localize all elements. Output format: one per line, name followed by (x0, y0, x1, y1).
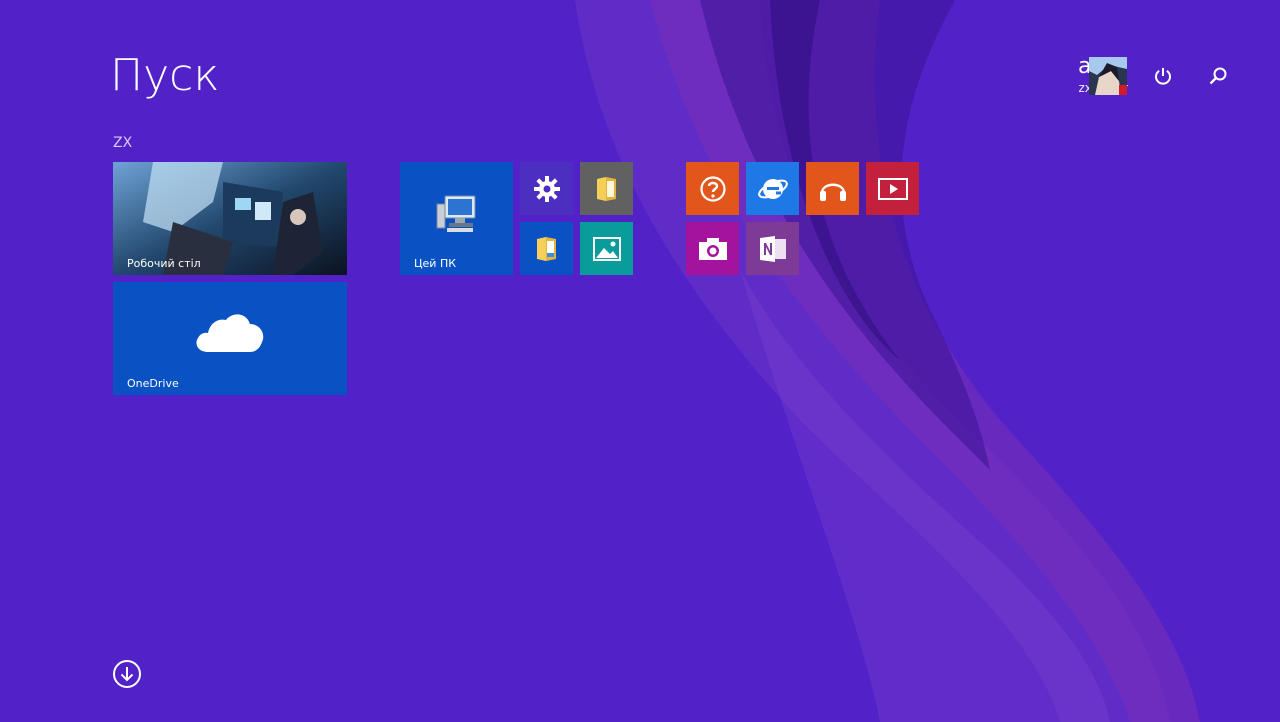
tile-music[interactable] (806, 162, 859, 215)
cloud-icon (196, 313, 264, 352)
help-icon (699, 175, 726, 202)
tile-onenote[interactable] (746, 222, 799, 275)
search-button[interactable] (1204, 62, 1232, 90)
tile-photos[interactable] (580, 222, 633, 275)
tile-label: OneDrive (127, 377, 179, 390)
tile-file-explorer[interactable] (580, 162, 633, 215)
onenote-icon (759, 235, 786, 262)
tile-desktop[interactable]: Робочий стіл (113, 162, 347, 275)
search-icon (1209, 67, 1227, 85)
group-label-zx: ZX (113, 135, 133, 151)
power-button[interactable] (1149, 62, 1177, 90)
photos-icon (592, 236, 621, 261)
tile-camera[interactable] (686, 222, 739, 275)
headphones-icon (819, 183, 846, 201)
tile-this-pc[interactable]: Цей ПК (400, 162, 513, 275)
folder-documents-icon (536, 236, 556, 261)
internet-explorer-icon (757, 178, 788, 199)
camera-icon (698, 237, 727, 260)
tile-label: Цей ПК (414, 257, 457, 270)
tile-settings[interactable] (520, 162, 573, 215)
start-title: Пуск (110, 50, 220, 101)
tile-onedrive[interactable]: OneDrive (113, 282, 347, 395)
tile-video[interactable] (866, 162, 919, 215)
computer-icon (436, 195, 475, 232)
tile-label: Робочий стіл (127, 257, 201, 270)
video-icon (877, 177, 908, 200)
arrow-down-circle-icon (113, 660, 141, 688)
tile-help[interactable] (686, 162, 739, 215)
avatar-image (1089, 57, 1127, 95)
all-apps-button[interactable] (112, 659, 142, 689)
gear-icon (533, 175, 560, 202)
power-icon (1155, 68, 1171, 85)
avatar[interactable] (1089, 57, 1127, 95)
folder-icon (596, 176, 616, 201)
tile-internet-explorer[interactable] (746, 162, 799, 215)
tile-documents[interactable] (520, 222, 573, 275)
